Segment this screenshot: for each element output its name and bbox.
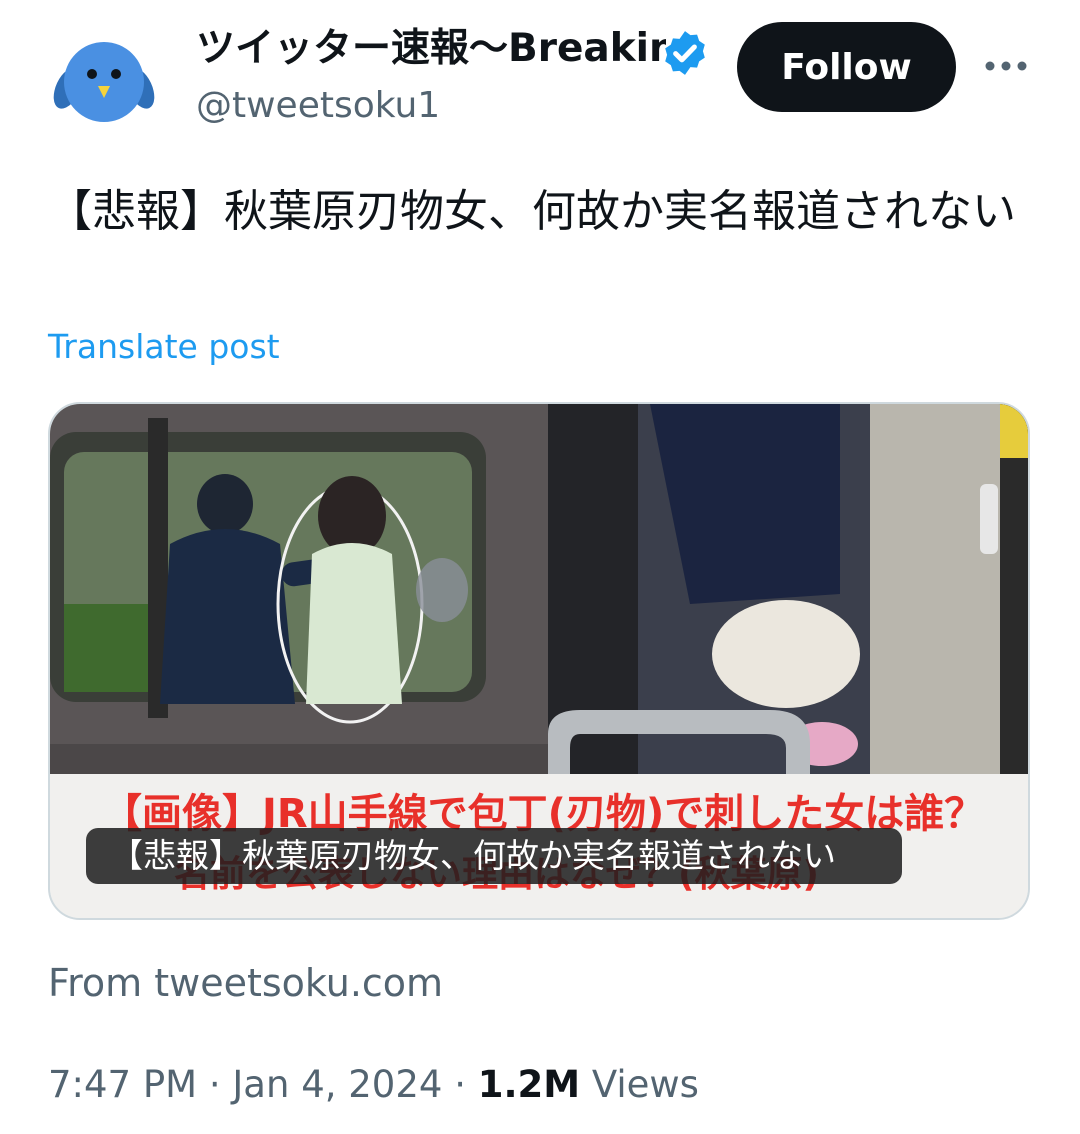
post-metadata: 7:47 PM · Jan 4, 2024 · 1.2M Views [48,1058,699,1112]
meta-separator: · [208,1063,233,1106]
card-source-link[interactable]: From tweetsoku.com [48,956,443,1010]
more-options-icon [985,61,1027,71]
avatar[interactable] [48,24,160,136]
link-preview-card[interactable]: 【画像】JR山手線で包丁(刃物)で刺した女は誰？ 名前を公表しない理由はなぜ？(… [48,402,1030,920]
more-options-button[interactable] [978,44,1034,88]
meta-separator: · [454,1063,478,1106]
views-count: 1.2M [477,1063,581,1106]
post-text: 【悲報】秋葉原刃物女、何故か実名報道されない [48,186,1016,237]
verified-badge-icon [665,31,705,75]
author-handle[interactable]: @tweetsoku1 [196,80,440,132]
translate-post-link[interactable]: Translate post [48,322,280,372]
card-title-overlay: 【悲報】秋葉原刃物女、何故か実名報道されない [86,828,902,884]
bird-avatar-icon [53,42,155,122]
post-time[interactable]: 7:47 PM [48,1063,197,1106]
views-label: Views [591,1063,699,1106]
author-display-name[interactable]: ツイッター速報〜BreakingNews [196,22,666,76]
post-date[interactable]: Jan 4, 2024 [232,1063,442,1106]
follow-button[interactable]: Follow [737,22,956,112]
